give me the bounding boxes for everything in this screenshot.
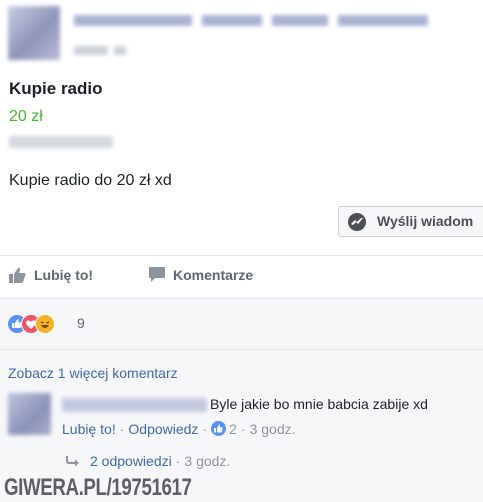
comment-like-link[interactable]: Lubię to! (62, 421, 116, 437)
comment-reply-link[interactable]: Odpowiedz (128, 421, 198, 437)
separator-dot: · (175, 453, 181, 469)
post-header (0, 0, 483, 62)
commenter-avatar[interactable] (8, 393, 51, 435)
site-watermark: GIWERA.PL/19751617 (4, 474, 192, 501)
listing-title: Kupie radio (9, 79, 103, 98)
like-button[interactable]: Lubię to! (9, 267, 93, 286)
send-message-button[interactable]: Wyślij wiadom (338, 206, 483, 237)
separator-dot: · (202, 421, 208, 437)
like-label: Lubię to! (34, 267, 94, 284)
divider (0, 255, 483, 256)
divider (0, 349, 483, 350)
listing-location-blurred (9, 136, 113, 148)
comment-like-icon (211, 421, 227, 436)
post-timestamp-blurred (74, 42, 164, 55)
replies-count-label[interactable]: 2 odpowiedzi (90, 453, 172, 469)
view-more-comments-link[interactable]: Zobacz 1 więcej komentarz (8, 365, 178, 381)
comment-meta: Lubię to! · Odpowiedz · 2 · 3 godz. (62, 421, 296, 437)
messenger-icon (348, 213, 366, 231)
replies-link[interactable]: 2 odpowiedzi · 3 godz. (66, 453, 230, 469)
reply-arrow-icon (66, 453, 90, 469)
divider (0, 298, 483, 299)
send-message-label: Wyślij wiadom (377, 213, 474, 229)
author-name-blurred[interactable] (74, 13, 474, 26)
comment-icon (149, 267, 165, 285)
comment-text: Byle jakie bo mnie babcia zabije xd (210, 396, 428, 412)
reactions-count: 9 (77, 315, 85, 331)
replies-time: 3 godz. (184, 453, 231, 469)
separator-dot: · (119, 421, 125, 437)
comment-button[interactable]: Komentarze (149, 267, 253, 285)
comment-label: Komentarze (173, 267, 254, 283)
commenter-name-blurred[interactable] (62, 398, 207, 412)
author-avatar[interactable] (8, 6, 60, 60)
post-actions: Lubię to! Komentarze (0, 258, 483, 294)
listing-price: 20 zł (9, 108, 43, 125)
thumbs-up-icon (9, 267, 26, 286)
listing-description: Kupie radio do 20 zł xd (9, 172, 172, 189)
comment-time[interactable]: 3 godz. (250, 421, 296, 437)
haha-reaction-icon (35, 314, 55, 334)
separator-dot: · (240, 421, 246, 437)
comment-like-count[interactable]: 2 (229, 421, 237, 437)
